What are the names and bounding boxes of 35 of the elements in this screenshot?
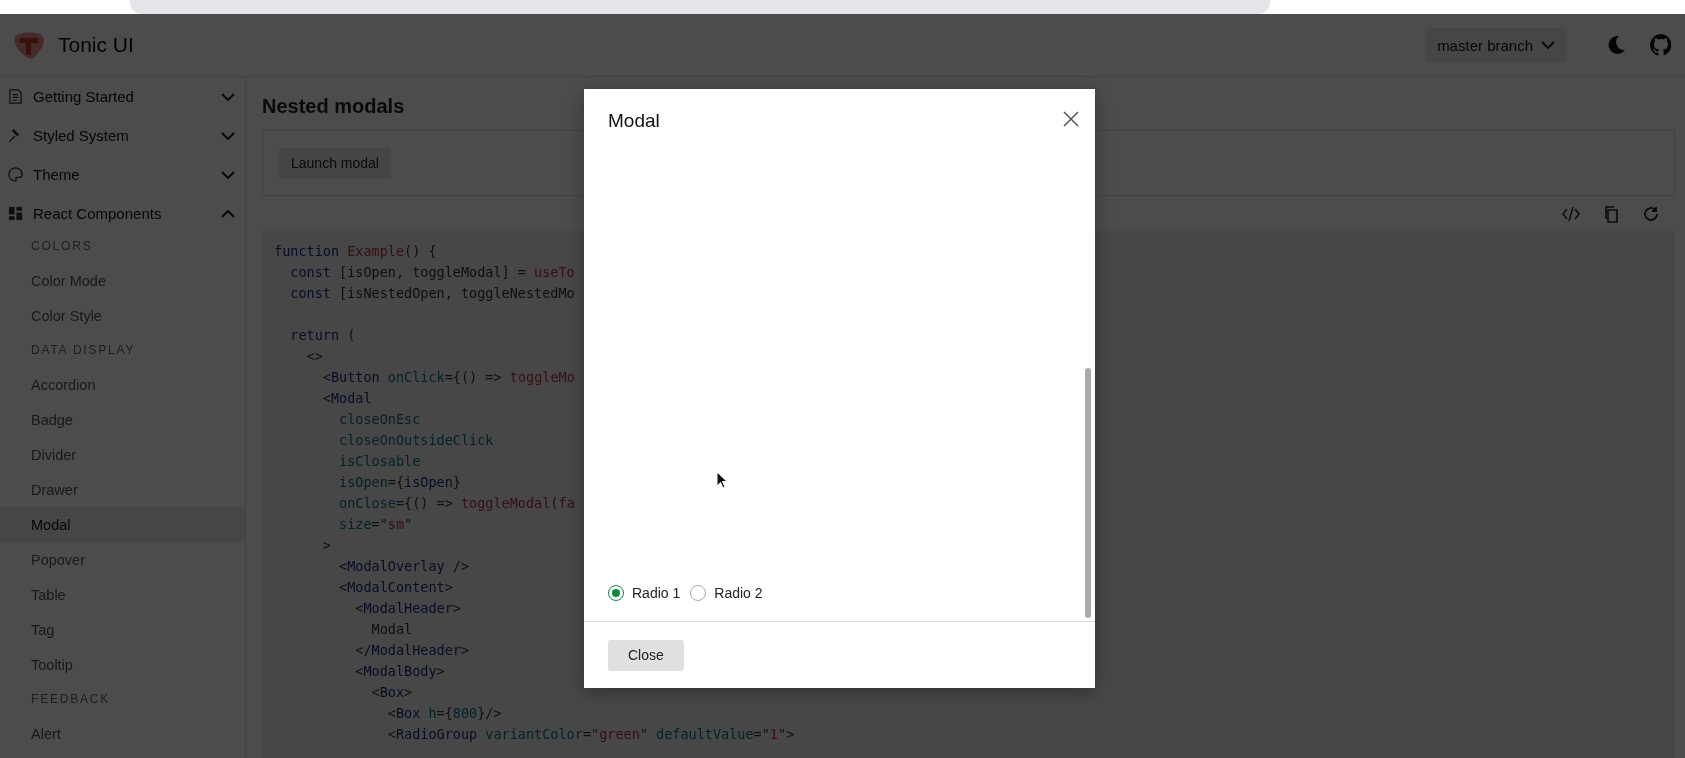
code-line: <Box h={800}/>	[386, 704, 502, 723]
code-line: <RadioGroup variantColor="green" defaultValue="1">	[386, 725, 795, 744]
radio-label: Radio 1	[632, 585, 681, 601]
code-line: isClosable	[338, 452, 421, 471]
code-line: <Button onClick={() => toggleMo	[321, 368, 575, 387]
code-line: <>	[305, 347, 323, 366]
code-line: <Modal	[321, 389, 372, 408]
code-line: Modal	[370, 620, 413, 639]
code-line: <ModalOverlay />	[338, 557, 470, 576]
code-line: isOpen={isOpen}	[338, 473, 461, 492]
code-line: function Example() {	[274, 242, 437, 261]
code-line: <ModalHeader>	[354, 599, 461, 618]
code-line: const [isNestedOpen, toggleNestedMo	[289, 284, 575, 303]
close-button[interactable]	[1063, 111, 1079, 127]
code-line: const [isOpen, toggleModal] = useTo	[289, 263, 575, 282]
page-title: Nested modals	[262, 95, 406, 118]
radio-option[interactable]: Radio 1	[608, 585, 681, 601]
brand-name: Tonic UI	[58, 33, 134, 57]
code-line: closeOnOutsideClick	[338, 431, 494, 450]
radio-label: Radio 2	[714, 585, 763, 601]
code-line: <ModalContent>	[338, 578, 453, 597]
mouse-cursor-icon	[716, 471, 728, 489]
code-line: >	[321, 536, 331, 555]
scrollbar-thumb[interactable]	[1085, 368, 1091, 618]
code-line: return (	[289, 326, 356, 345]
code-line: size="sm"	[338, 515, 413, 534]
code-line: </ModalHeader>	[354, 641, 470, 660]
close-icon	[1063, 111, 1079, 127]
radio-option[interactable]: Radio 2	[690, 585, 763, 601]
code-line: closeOnEsc	[338, 410, 421, 429]
code-line: <ModalBody>	[354, 662, 445, 681]
modal-title: Modal	[608, 110, 660, 132]
close-modal-button[interactable]: Close	[608, 639, 684, 671]
code-line: <Box>	[370, 683, 413, 702]
code-line: onClose={() => toggleModal(fa	[338, 494, 575, 513]
